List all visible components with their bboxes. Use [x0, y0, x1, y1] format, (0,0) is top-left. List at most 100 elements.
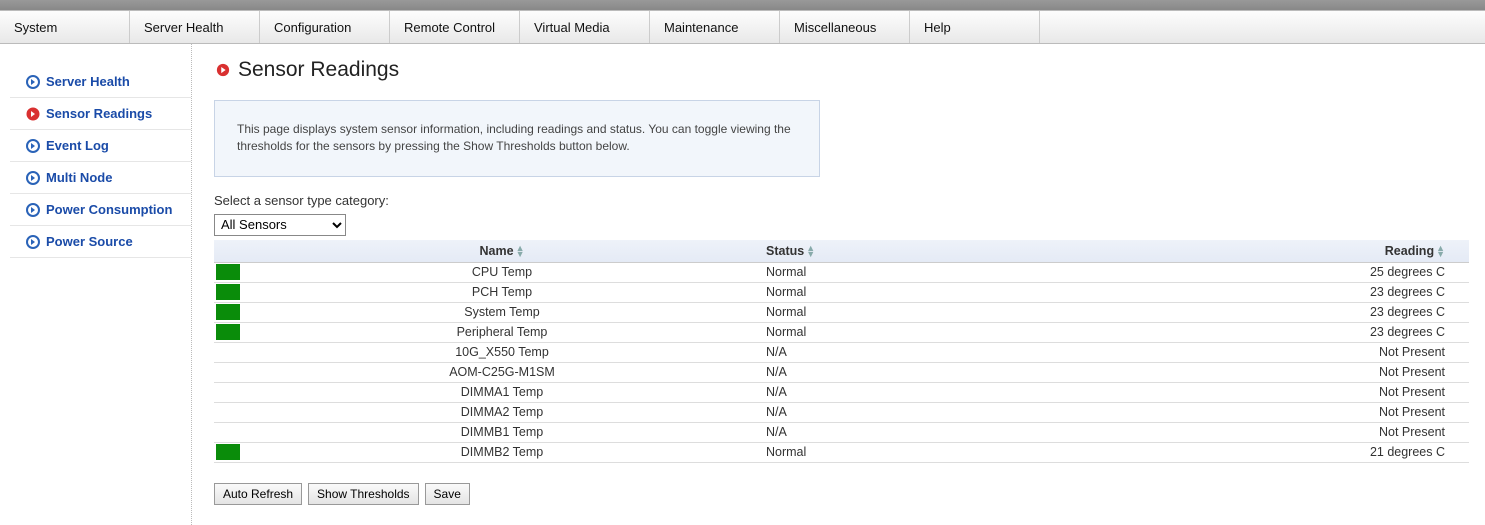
sort-icon: ▲▼ — [1436, 245, 1445, 257]
info-box: This page displays system sensor informa… — [214, 100, 820, 177]
sensor-name: PCH Temp — [244, 282, 760, 302]
sidebar-item-power-consumption[interactable]: Power Consumption — [10, 194, 191, 226]
col-header-status[interactable]: Status▲▼ — [760, 240, 1090, 263]
sensor-name: DIMMB2 Temp — [244, 442, 760, 462]
menu-server-health[interactable]: Server Health — [130, 11, 260, 43]
sidebar-item-multi-node[interactable]: Multi Node — [10, 162, 191, 194]
menu-system[interactable]: System — [0, 11, 130, 43]
col-header-name[interactable]: Name▲▼ — [244, 240, 760, 263]
sidebar: Server Health Sensor Readings Event Log … — [0, 44, 192, 525]
page-title-row: Sensor Readings — [214, 58, 1469, 82]
arrow-right-icon — [26, 235, 40, 249]
sensor-reading: Not Present — [1090, 402, 1469, 422]
sensor-name: DIMMB1 Temp — [244, 422, 760, 442]
sensor-name: System Temp — [244, 302, 760, 322]
col-header-reading[interactable]: Reading▲▼ — [1090, 240, 1469, 263]
sensor-type-select[interactable]: All Sensors — [214, 214, 346, 236]
sensor-reading: Not Present — [1090, 342, 1469, 362]
sensor-reading: 23 degrees C — [1090, 322, 1469, 342]
status-color-cell — [214, 322, 244, 342]
arrow-right-icon — [26, 75, 40, 89]
sensor-name: Peripheral Temp — [244, 322, 760, 342]
arrow-right-icon — [214, 61, 232, 79]
table-header-row: Name▲▼ Status▲▼ Reading▲▼ — [214, 240, 1469, 263]
table-row[interactable]: DIMMA1 TempN/ANot Present — [214, 382, 1469, 402]
table-row[interactable]: System TempNormal23 degrees C — [214, 302, 1469, 322]
status-color-cell — [214, 442, 244, 462]
sensor-reading: Not Present — [1090, 422, 1469, 442]
arrow-right-icon — [26, 171, 40, 185]
table-row[interactable]: DIMMA2 TempN/ANot Present — [214, 402, 1469, 422]
menu-miscellaneous[interactable]: Miscellaneous — [780, 11, 910, 43]
sensor-status: N/A — [760, 342, 1090, 362]
status-color-cell — [214, 282, 244, 302]
status-color-cell — [214, 302, 244, 322]
sensor-reading: 23 degrees C — [1090, 302, 1469, 322]
table-row[interactable]: Peripheral TempNormal23 degrees C — [214, 322, 1469, 342]
status-color-box — [216, 444, 240, 460]
sensor-status: N/A — [760, 382, 1090, 402]
table-row[interactable]: AOM-C25G-M1SMN/ANot Present — [214, 362, 1469, 382]
status-color-cell — [214, 402, 244, 422]
sidebar-item-power-source[interactable]: Power Source — [10, 226, 191, 258]
status-color-box — [216, 304, 240, 320]
sensor-name: CPU Temp — [244, 262, 760, 282]
sidebar-item-label: Event Log — [46, 138, 109, 153]
status-color-cell — [214, 262, 244, 282]
sensor-status: Normal — [760, 262, 1090, 282]
arrow-right-icon — [26, 139, 40, 153]
status-color-cell — [214, 422, 244, 442]
main-menu-bar: System Server Health Configuration Remot… — [0, 10, 1485, 44]
sensor-name: DIMMA2 Temp — [244, 402, 760, 422]
menu-virtual-media[interactable]: Virtual Media — [520, 11, 650, 43]
sidebar-item-label: Power Consumption — [46, 202, 172, 217]
sensor-name: DIMMA1 Temp — [244, 382, 760, 402]
col-header-color — [214, 240, 244, 263]
table-row[interactable]: DIMMB2 TempNormal21 degrees C — [214, 442, 1469, 462]
table-row[interactable]: 10G_X550 TempN/ANot Present — [214, 342, 1469, 362]
sidebar-item-label: Multi Node — [46, 170, 112, 185]
status-color-cell — [214, 342, 244, 362]
table-row[interactable]: CPU TempNormal25 degrees C — [214, 262, 1469, 282]
page-title: Sensor Readings — [238, 58, 399, 82]
sensor-status: N/A — [760, 402, 1090, 422]
select-label: Select a sensor type category: — [214, 193, 1469, 208]
table-row[interactable]: DIMMB1 TempN/ANot Present — [214, 422, 1469, 442]
sensor-status: N/A — [760, 422, 1090, 442]
sensor-reading: 21 degrees C — [1090, 442, 1469, 462]
main-content: Sensor Readings This page displays syste… — [192, 44, 1485, 525]
status-color-cell — [214, 382, 244, 402]
sensor-reading: 23 degrees C — [1090, 282, 1469, 302]
sensor-status: N/A — [760, 362, 1090, 382]
status-color-cell — [214, 362, 244, 382]
sensor-status: Normal — [760, 322, 1090, 342]
sensor-name: AOM-C25G-M1SM — [244, 362, 760, 382]
menu-maintenance[interactable]: Maintenance — [650, 11, 780, 43]
arrow-right-icon — [26, 203, 40, 217]
sort-icon: ▲▼ — [516, 245, 525, 257]
button-row: Auto Refresh Show Thresholds Save — [214, 483, 1469, 505]
status-color-box — [216, 264, 240, 280]
sidebar-item-label: Server Health — [46, 74, 130, 89]
arrow-right-icon — [26, 107, 40, 121]
auto-refresh-button[interactable]: Auto Refresh — [214, 483, 302, 505]
status-color-box — [216, 324, 240, 340]
sensor-status: Normal — [760, 282, 1090, 302]
menu-help[interactable]: Help — [910, 11, 1040, 43]
sensor-status: Normal — [760, 442, 1090, 462]
top-decor-bar — [0, 0, 1485, 10]
sensor-reading: Not Present — [1090, 382, 1469, 402]
sidebar-item-server-health[interactable]: Server Health — [10, 66, 191, 98]
sensor-reading: 25 degrees C — [1090, 262, 1469, 282]
sensor-name: 10G_X550 Temp — [244, 342, 760, 362]
save-button[interactable]: Save — [425, 483, 470, 505]
status-color-box — [216, 284, 240, 300]
sidebar-item-sensor-readings[interactable]: Sensor Readings — [10, 98, 191, 130]
sensor-table: Name▲▼ Status▲▼ Reading▲▼ CPU TempNormal… — [214, 240, 1469, 463]
sort-icon: ▲▼ — [806, 245, 815, 257]
show-thresholds-button[interactable]: Show Thresholds — [308, 483, 419, 505]
sidebar-item-event-log[interactable]: Event Log — [10, 130, 191, 162]
menu-remote-control[interactable]: Remote Control — [390, 11, 520, 43]
menu-configuration[interactable]: Configuration — [260, 11, 390, 43]
table-row[interactable]: PCH TempNormal23 degrees C — [214, 282, 1469, 302]
